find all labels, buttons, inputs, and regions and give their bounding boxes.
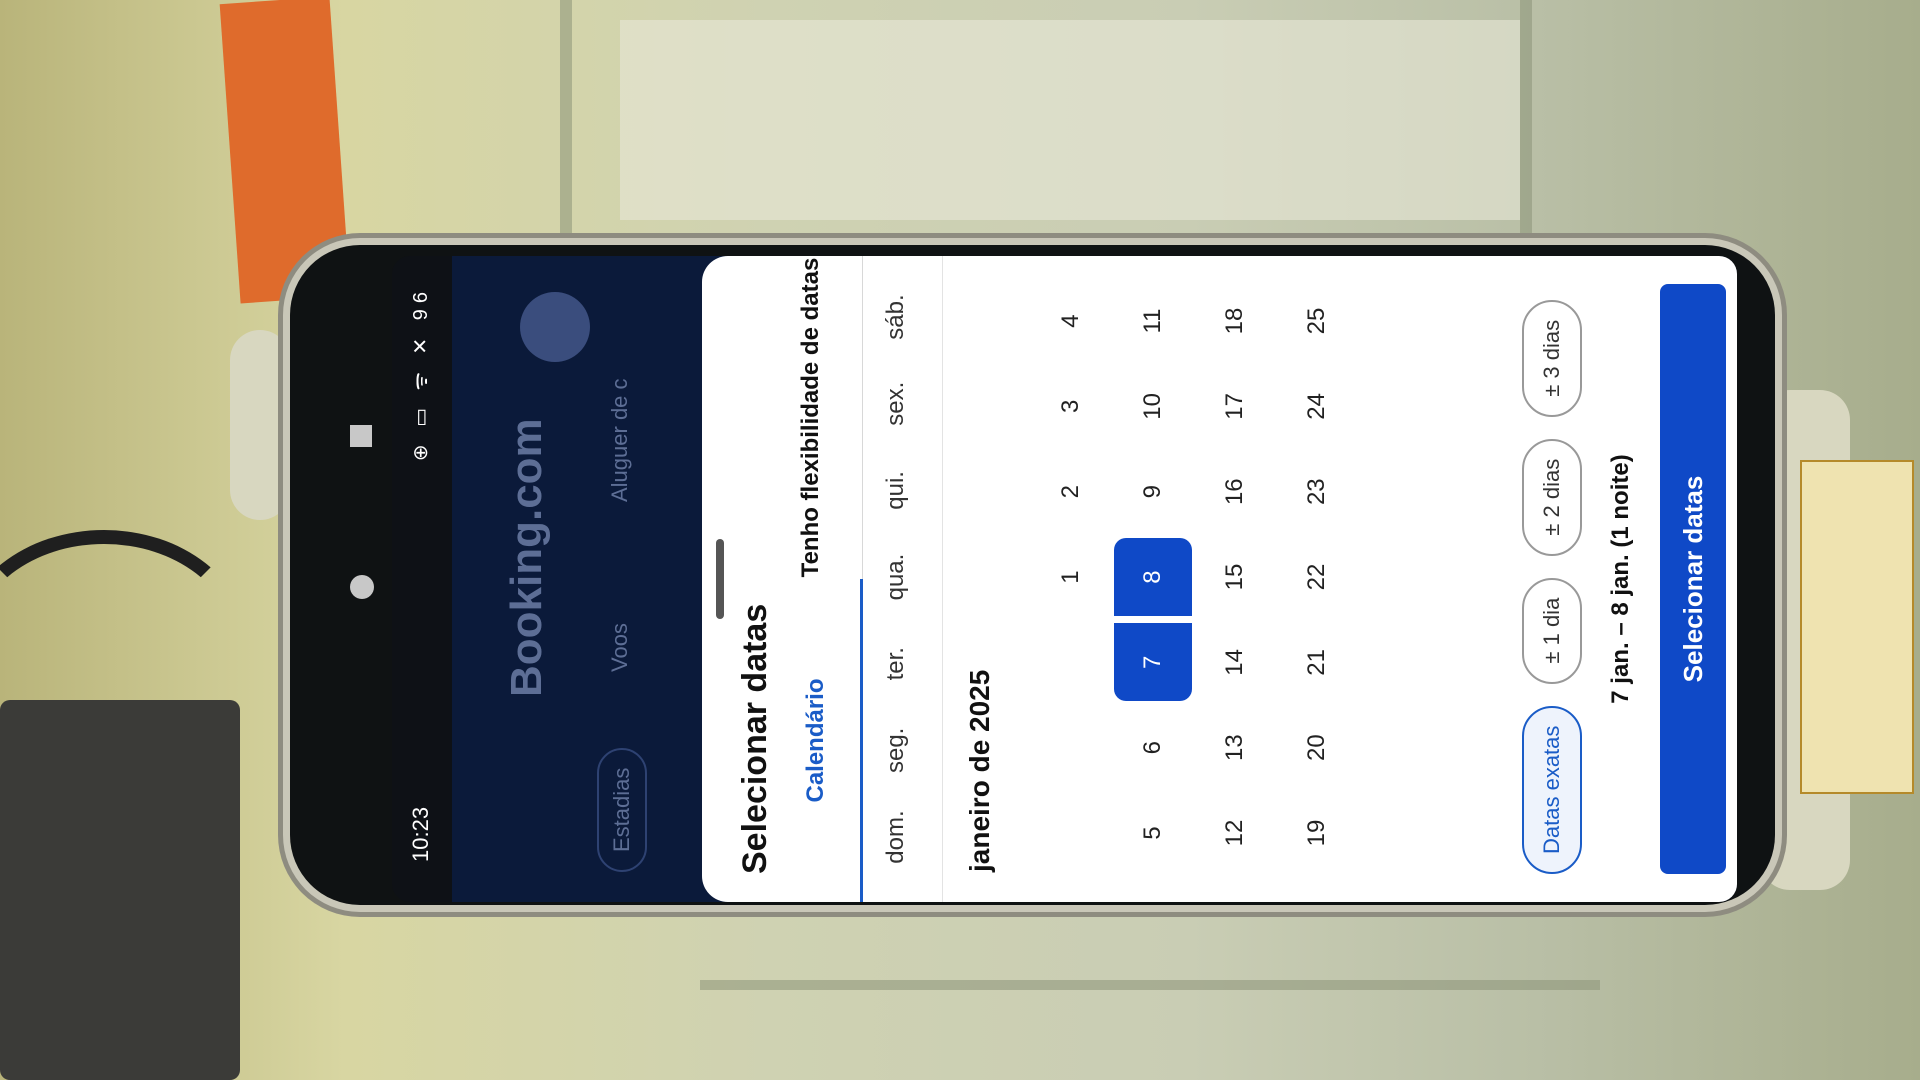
calendar-day[interactable]: 15	[1196, 538, 1274, 616]
calendar-day[interactable]: 22	[1278, 538, 1356, 616]
plus-minus-1-day-chip[interactable]: ± 1 dia	[1522, 577, 1582, 684]
calendar-day[interactable]: 21	[1278, 623, 1356, 701]
calendar-day[interactable]: 12	[1196, 794, 1274, 872]
plus-minus-2-days-chip[interactable]: ± 2 dias	[1522, 438, 1582, 556]
calendar-day[interactable]: 1	[1032, 538, 1110, 616]
calendar-day[interactable]: 17	[1196, 367, 1274, 445]
calendar-week: 19 20 21 22 23 24 25	[1278, 282, 1360, 872]
calendar-week: 12 13 14 15 16 17 18	[1196, 282, 1278, 872]
weekday-label: sáb.	[882, 294, 909, 340]
calendar-day-check-out[interactable]: 8	[1114, 538, 1192, 617]
background-tabs: Estadias Voos Aluguer de c	[597, 262, 657, 882]
selected-range-summary: 7 jan. – 8 jan. (1 noite)	[1607, 454, 1634, 704]
app-ui: 10:23 ⊕ ▭ ᯤ ✕ 96 Booking.com Estadias Vo…	[392, 256, 1737, 902]
status-bar: 10:23 ⊕ ▭ ᯤ ✕ 96	[392, 256, 452, 902]
back-nav-button[interactable]	[348, 720, 372, 748]
phone-mount	[230, 330, 290, 520]
status-time: 10:23	[408, 806, 433, 862]
weekday-header: dom. seg. ter. qua. qui. sex. sáb.	[882, 282, 922, 872]
calendar-day[interactable]: 25	[1278, 282, 1356, 360]
tab-flights[interactable]: Voos	[607, 623, 633, 672]
exact-dates-chip[interactable]: Datas exatas	[1522, 705, 1582, 874]
calendar-week: 1 2 3 4	[1032, 282, 1114, 872]
date-picker-sheet: Selecionar datas Calendário Tenho flexib…	[702, 256, 1737, 902]
weekday-label: sex.	[882, 381, 909, 426]
calendar-grid: 1 2 3 4 5 6 7 8 9 10 11 12 13 14 15 16 1…	[1032, 282, 1360, 872]
weekday-label: qua.	[882, 553, 909, 601]
calendar-week: 5 6 7 8 9 10 11	[1114, 282, 1196, 872]
sheet-drag-handle[interactable]	[716, 539, 724, 619]
recents-nav-button[interactable]	[350, 425, 372, 447]
weekday-label: dom.	[882, 810, 909, 864]
background-shelf	[620, 20, 1520, 220]
calendar-day[interactable]: 18	[1196, 282, 1274, 360]
status-icons: ⊕ ▭ ᯤ ✕ 96	[410, 286, 432, 462]
calendar-day[interactable]: 13	[1196, 709, 1274, 787]
weekday-label: ter.	[882, 647, 909, 681]
calendar-day[interactable]: 10	[1114, 367, 1192, 445]
background-rail	[560, 0, 572, 260]
home-nav-button[interactable]	[350, 575, 374, 599]
calendar-day[interactable]: 6	[1114, 709, 1192, 787]
warning-sticker	[1800, 460, 1914, 794]
calendar-day[interactable]: 9	[1114, 453, 1192, 531]
calendar-day[interactable]: 20	[1278, 709, 1356, 787]
tab-car-rental[interactable]: Aluguer de c	[607, 378, 633, 502]
calendar-day[interactable]: 23	[1278, 453, 1356, 531]
plus-minus-3-days-chip[interactable]: ± 3 dias	[1522, 299, 1582, 417]
weekday-label: qui.	[882, 471, 909, 510]
calendar-day[interactable]: 2	[1032, 453, 1110, 531]
calendar-day[interactable]: 11	[1114, 282, 1192, 360]
sheet-title: Selecionar datas	[736, 603, 774, 874]
calendar-day[interactable]: 24	[1278, 367, 1356, 445]
month-title: janeiro de 2025	[964, 669, 995, 872]
tab-calendar[interactable]: Calendário	[802, 579, 830, 902]
calendar-day[interactable]: 5	[1114, 794, 1192, 872]
date-flexibility-options: Datas exatas ± 1 dia ± 2 dias ± 3 dias	[1522, 274, 1582, 874]
divider	[942, 256, 943, 902]
brand-logo: Booking.com	[502, 418, 551, 697]
chat-icon[interactable]	[520, 292, 590, 362]
phone-screen: 10:23 ⊕ ▭ ᯤ ✕ 96 Booking.com Estadias Vo…	[392, 256, 1737, 902]
calendar-day[interactable]: 3	[1032, 367, 1110, 445]
calendar-day[interactable]: 16	[1196, 453, 1274, 531]
background-rail	[700, 980, 1600, 990]
calendar-day[interactable]: 4	[1032, 282, 1110, 360]
equipment-box	[0, 700, 240, 1080]
calendar-day[interactable]: 19	[1278, 794, 1356, 872]
calendar-day-check-in[interactable]: 7	[1114, 623, 1192, 702]
weekday-label: seg.	[882, 727, 909, 774]
background-rail	[1520, 0, 1532, 260]
tab-flexible-dates[interactable]: Tenho flexibilidade de datas	[796, 256, 826, 579]
date-mode-tabs: Calendário Tenho flexibilidade de datas	[792, 256, 863, 902]
tab-stays[interactable]: Estadias	[597, 747, 647, 872]
select-dates-button[interactable]: Selecionar datas	[1660, 284, 1726, 874]
active-tab-indicator	[860, 579, 863, 902]
calendar-day[interactable]: 14	[1196, 623, 1274, 701]
